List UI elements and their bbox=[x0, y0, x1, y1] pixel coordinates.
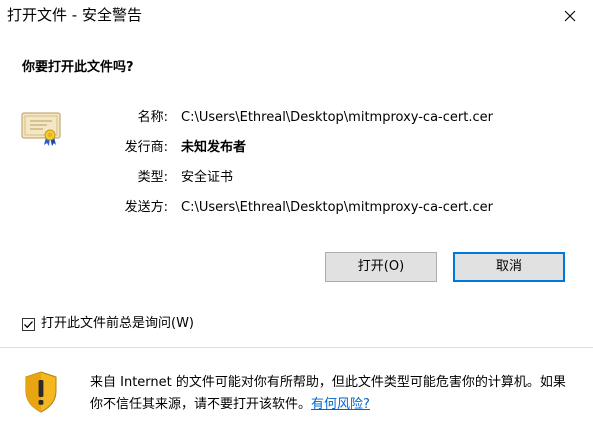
risk-link[interactable]: 有何风险? bbox=[311, 397, 370, 412]
checkbox-label: 打开此文件前总是询问(W) bbox=[41, 316, 194, 331]
title-bar[interactable]: 打开文件 - 安全警告 bbox=[0, 0, 593, 31]
certificate-icon bbox=[21, 112, 61, 146]
type-value: 安全证书 bbox=[181, 170, 234, 185]
footer-divider bbox=[0, 347, 593, 348]
close-button[interactable] bbox=[547, 0, 593, 31]
checkbox-box[interactable] bbox=[22, 317, 35, 331]
close-icon bbox=[564, 10, 576, 21]
name-value: C:\Users\Ethreal\Desktop\mitmproxy-ca-ce… bbox=[181, 110, 493, 125]
shield-warning-icon bbox=[25, 371, 57, 413]
security-warning-dialog: 打开文件 - 安全警告 你要打开此文件吗? 名称: C:\Users\Ethre… bbox=[0, 0, 593, 425]
cancel-button[interactable]: 取消 bbox=[453, 252, 565, 282]
open-button[interactable]: 打开(O) bbox=[325, 252, 437, 282]
publisher-value: 未知发布者 bbox=[181, 140, 247, 155]
publisher-label: 发行商: bbox=[124, 140, 168, 155]
name-label: 名称: bbox=[137, 110, 168, 125]
window-title: 打开文件 - 安全警告 bbox=[7, 6, 142, 24]
always-ask-checkbox[interactable]: 打开此文件前总是询问(W) bbox=[22, 314, 194, 334]
from-value: C:\Users\Ethreal\Desktop\mitmproxy-ca-ce… bbox=[181, 200, 493, 215]
checkmark-icon bbox=[24, 320, 33, 328]
warning-message: 来自 Internet 的文件可能对你有所帮助，但此文件类型可能危害你的计算机。… bbox=[90, 372, 570, 416]
prompt-question: 你要打开此文件吗? bbox=[22, 60, 134, 75]
type-label: 类型: bbox=[137, 170, 168, 185]
from-label: 发送方: bbox=[124, 200, 168, 215]
